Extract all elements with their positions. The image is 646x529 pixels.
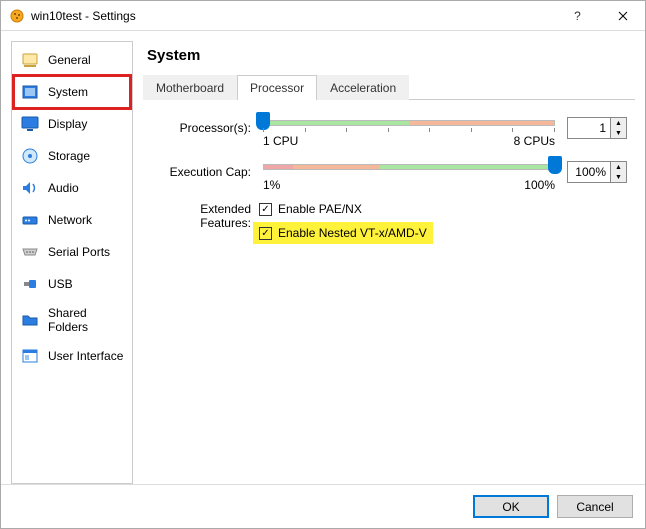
serial-icon [20,242,40,262]
audio-icon [20,178,40,198]
main-panel: System Motherboard Processor Acceleratio… [141,41,635,484]
spin-up[interactable]: ▲ [611,162,626,172]
sidebar-label: USB [48,277,73,291]
tab-motherboard[interactable]: Motherboard [143,75,237,100]
sidebar-label: System [48,85,88,99]
checkbox-icon: ✓ [259,227,272,240]
sidebar-item-network[interactable]: Network [14,204,130,236]
general-icon [20,50,40,70]
usb-icon [20,274,40,294]
sidebar-label: Storage [48,149,90,163]
folder-icon [20,310,40,330]
tabs: Motherboard Processor Acceleration [143,74,635,100]
app-icon [9,8,25,24]
window-title: win10test - Settings [31,9,555,23]
spin-down[interactable]: ▼ [611,172,626,182]
sidebar-label: Network [48,213,92,227]
ok-button[interactable]: OK [473,495,549,518]
sidebar-label: Audio [48,181,79,195]
exec-cap-input[interactable] [568,162,610,182]
sidebar-item-shared-folders[interactable]: Shared Folders [14,300,130,340]
storage-icon [20,146,40,166]
pae-checkbox-row[interactable]: ✓ Enable PAE/NX [259,202,627,216]
exec-cap-slider[interactable]: 1% 100% [259,158,559,186]
settings-window: win10test - Settings ? General System Di… [0,0,646,529]
sidebar-label: Shared Folders [48,306,124,334]
sidebar-item-general[interactable]: General [14,44,130,76]
category-sidebar: General System Display Storage Audio Net… [11,41,133,484]
pae-label: Enable PAE/NX [278,202,362,216]
exec-cap-min: 1% [263,178,280,192]
spin-up[interactable]: ▲ [611,118,626,128]
sidebar-item-serial-ports[interactable]: Serial Ports [14,236,130,268]
exec-cap-max: 100% [524,178,555,192]
page-heading: System [147,47,635,64]
cancel-button[interactable]: Cancel [557,495,633,518]
processors-spinbox[interactable]: ▲▼ [567,117,627,139]
system-icon [20,82,40,102]
spin-down[interactable]: ▼ [611,128,626,138]
help-button[interactable]: ? [555,1,600,30]
tab-acceleration[interactable]: Acceleration [317,75,409,100]
sidebar-label: User Interface [48,349,123,363]
ui-icon [20,346,40,366]
processors-label: Processor(s): [149,121,259,135]
processors-slider[interactable]: 1 CPU 8 CPUs [259,114,559,142]
nested-vtx-checkbox-row[interactable]: ✓ Enable Nested VT-x/AMD-V [253,222,433,244]
sidebar-item-system[interactable]: System [14,76,130,108]
tab-processor[interactable]: Processor [237,75,317,100]
sidebar-item-display[interactable]: Display [14,108,130,140]
sidebar-item-storage[interactable]: Storage [14,140,130,172]
sidebar-item-usb[interactable]: USB [14,268,130,300]
processors-min: 1 CPU [263,134,298,148]
sidebar-label: General [48,53,91,67]
sidebar-item-user-interface[interactable]: User Interface [14,340,130,372]
extended-features-label: Extended Features: [149,202,259,230]
processors-input[interactable] [568,118,610,138]
display-icon [20,114,40,134]
network-icon [20,210,40,230]
sidebar-item-audio[interactable]: Audio [14,172,130,204]
processors-max: 8 CPUs [514,134,555,148]
titlebar: win10test - Settings ? [1,1,645,31]
dialog-footer: OK Cancel [1,484,645,528]
sidebar-label: Serial Ports [48,245,110,259]
tab-panel-processor: Processor(s): 1 CPU 8 CPUs [141,100,635,258]
checkbox-icon: ✓ [259,203,272,216]
exec-cap-spinbox[interactable]: ▲▼ [567,161,627,183]
exec-cap-label: Execution Cap: [149,165,259,179]
nested-vtx-label: Enable Nested VT-x/AMD-V [278,226,427,240]
sidebar-label: Display [48,117,87,131]
close-button[interactable] [600,1,645,30]
